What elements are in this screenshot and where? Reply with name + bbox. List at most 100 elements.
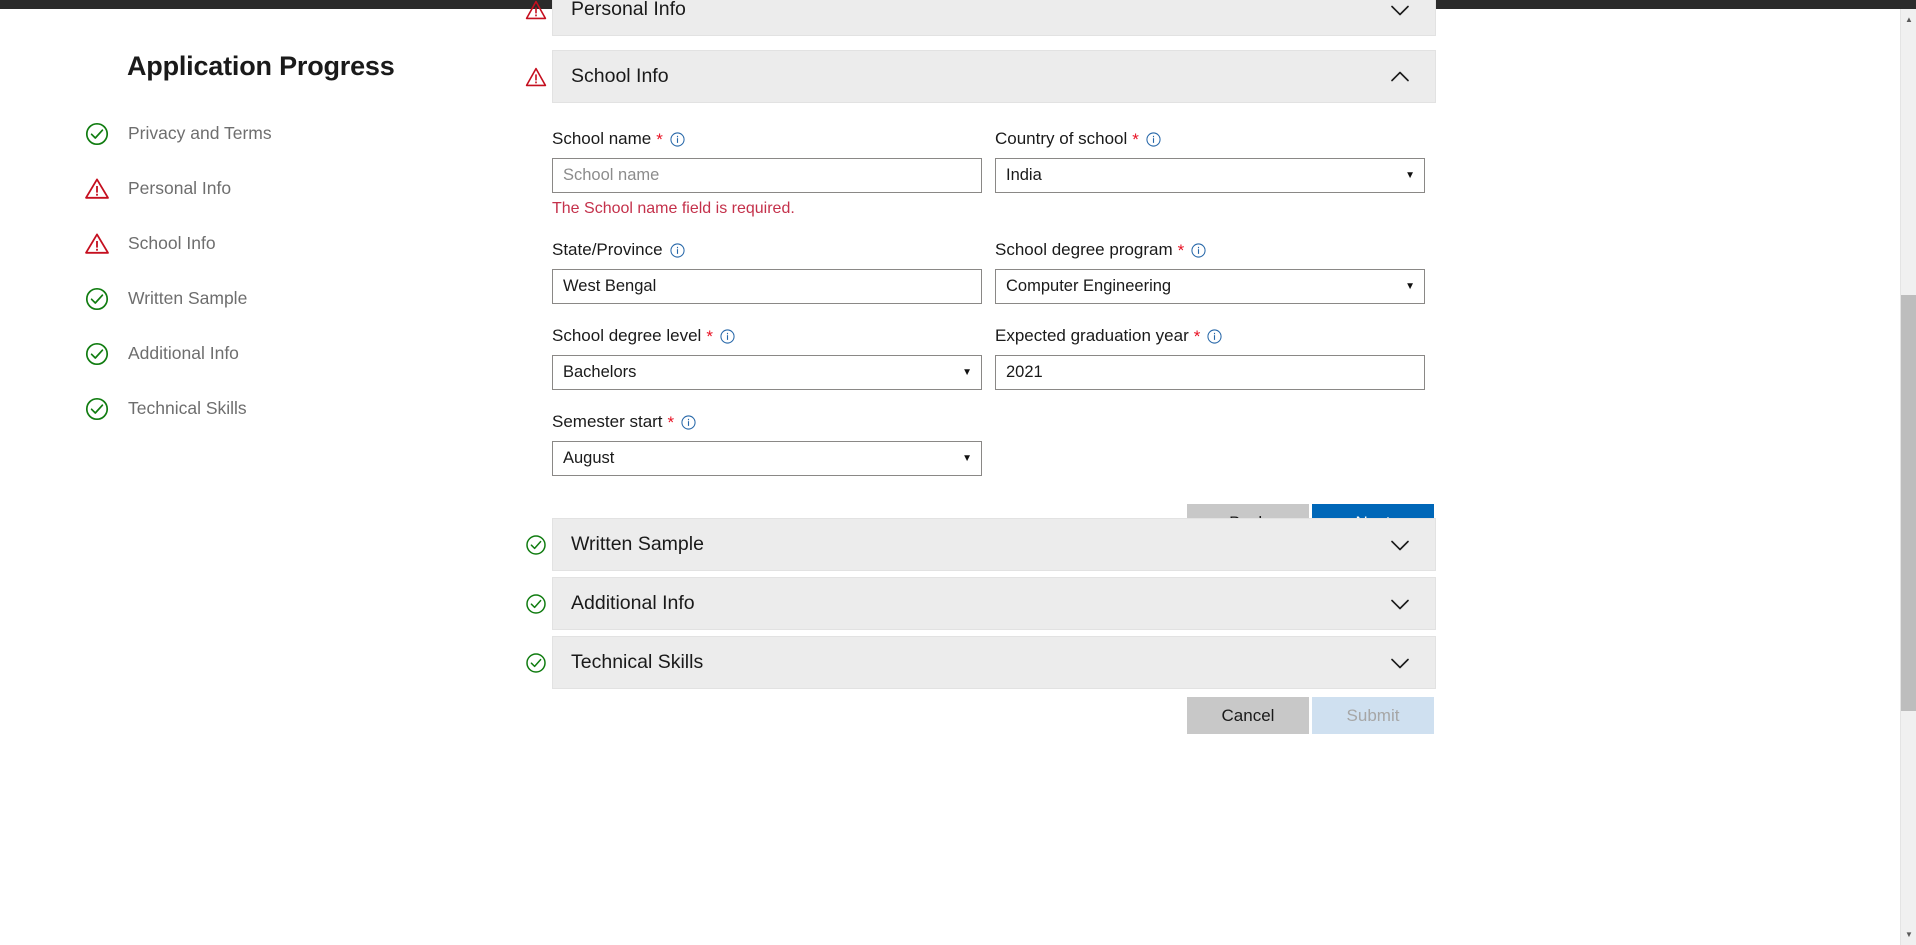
check-circle-icon xyxy=(525,652,547,674)
section-header-written-sample[interactable]: Written Sample xyxy=(526,518,1436,571)
sidebar-item-label: Personal Info xyxy=(128,178,232,198)
application-progress-sidebar: Application Progress Privacy and Terms Pe… xyxy=(0,9,552,945)
select-value: Bachelors xyxy=(563,363,637,381)
info-circle-icon[interactable] xyxy=(1191,242,1206,258)
section-written-sample: Written Sample xyxy=(526,518,1436,571)
select-value: India xyxy=(1006,166,1042,184)
chevron-up-icon[interactable] xyxy=(1387,64,1413,90)
warning-triangle-icon xyxy=(525,0,547,21)
warning-triangle-icon xyxy=(84,176,110,202)
info-circle-icon[interactable] xyxy=(720,328,735,344)
cancel-button[interactable]: Cancel xyxy=(1187,697,1309,734)
chevron-down-icon[interactable] xyxy=(1387,532,1413,558)
sidebar-item-additional-info[interactable]: Additional Info xyxy=(84,326,504,381)
sidebar-item-school-info[interactable]: School Info xyxy=(84,216,504,271)
section-header-additional-info[interactable]: Additional Info xyxy=(526,577,1436,630)
info-circle-icon[interactable] xyxy=(669,242,685,258)
sidebar-item-label: Technical Skills xyxy=(128,398,247,418)
school-name-input[interactable]: School name xyxy=(552,158,982,193)
scroll-down-arrow-icon[interactable]: ▼ xyxy=(1901,926,1916,943)
label-school-name: School name * xyxy=(552,129,982,149)
chevron-down-icon[interactable] xyxy=(1387,0,1413,23)
label-text: Country of school xyxy=(995,129,1128,148)
main-content: Personal Info School Info School name * … xyxy=(525,0,1900,945)
sidebar-item-written-sample[interactable]: Written Sample xyxy=(84,271,504,326)
section-additional-info: Additional Info xyxy=(526,577,1436,630)
select-value: Computer Engineering xyxy=(1006,277,1172,295)
section-technical-skills: Technical Skills xyxy=(526,636,1436,689)
label-text: Expected graduation year xyxy=(995,326,1189,345)
label-text: School degree level xyxy=(552,326,702,345)
form-row: School name * School name The School nam… xyxy=(552,129,1436,218)
field-spacer xyxy=(995,412,1425,476)
semester-start-select[interactable]: August ▼ xyxy=(552,441,982,476)
sidebar-item-label: Additional Info xyxy=(128,343,239,363)
required-asterisk: * xyxy=(656,129,663,149)
sidebar-item-privacy-and-terms[interactable]: Privacy and Terms xyxy=(84,106,504,161)
expected-graduation-year-input[interactable]: 2021 xyxy=(995,355,1425,390)
section-title-additional-info: Additional Info xyxy=(571,592,695,614)
section-header-personal-info[interactable]: Personal Info xyxy=(525,0,1436,36)
label-state-province: State/Province xyxy=(552,240,982,260)
warning-triangle-icon xyxy=(84,231,110,257)
sidebar-item-technical-skills[interactable]: Technical Skills xyxy=(84,381,504,436)
section-title-written-sample: Written Sample xyxy=(571,533,704,555)
page-title: Application Progress xyxy=(127,51,395,81)
info-circle-icon[interactable] xyxy=(1146,131,1161,147)
scroll-up-arrow-icon[interactable]: ▲ xyxy=(1901,11,1916,28)
info-circle-icon[interactable] xyxy=(670,131,685,147)
chevron-down-icon[interactable] xyxy=(1387,650,1413,676)
form-button-row: Cancel Submit xyxy=(552,697,1436,734)
state-province-input[interactable]: West Bengal xyxy=(552,269,982,304)
check-circle-icon xyxy=(525,534,547,556)
school-info-form: School name * School name The School nam… xyxy=(552,103,1436,541)
section-header-technical-skills[interactable]: Technical Skills xyxy=(526,636,1436,689)
sidebar-item-label: Written Sample xyxy=(128,288,248,308)
chevron-down-icon: ▼ xyxy=(962,366,972,378)
label-semester-start: Semester start * xyxy=(552,412,982,432)
school-degree-level-select[interactable]: Bachelors ▼ xyxy=(552,355,982,390)
sidebar-item-label: School Info xyxy=(128,233,216,253)
form-row: School degree level * Bachelors ▼ Expect… xyxy=(552,326,1436,390)
check-circle-icon xyxy=(84,396,110,422)
field-country-of-school: Country of school * India ▼ xyxy=(995,129,1425,218)
label-text: Semester start xyxy=(552,412,663,431)
check-circle-icon xyxy=(84,121,110,147)
chevron-down-icon: ▼ xyxy=(1405,280,1415,292)
vertical-scrollbar[interactable]: ▲ ▼ xyxy=(1900,9,1916,945)
section-title-personal-info: Personal Info xyxy=(571,0,686,20)
field-state-province: State/Province West Bengal xyxy=(552,240,982,304)
info-circle-icon[interactable] xyxy=(681,414,696,430)
required-asterisk: * xyxy=(1177,240,1185,260)
scrollbar-thumb[interactable] xyxy=(1901,295,1916,711)
section-title-school-info: School Info xyxy=(571,65,669,87)
required-asterisk: * xyxy=(1193,326,1201,346)
label-text: School degree program xyxy=(995,240,1173,259)
application-page: Application Progress Privacy and Terms Pe… xyxy=(0,0,1916,945)
warning-triangle-icon xyxy=(525,66,547,88)
sidebar-item-personal-info[interactable]: Personal Info xyxy=(84,161,504,216)
label-text: State/Province xyxy=(552,240,663,259)
label-text: School name xyxy=(552,129,652,148)
school-name-error-message: The School name field is required. xyxy=(552,200,795,217)
country-of-school-select[interactable]: India ▼ xyxy=(995,158,1425,193)
required-asterisk: * xyxy=(706,326,713,346)
section-school-info: School Info School name * School name Th… xyxy=(525,50,1436,541)
field-school-name: School name * School name The School nam… xyxy=(552,129,982,218)
chevron-down-icon: ▼ xyxy=(1405,169,1415,181)
submit-button: Submit xyxy=(1312,697,1434,734)
school-degree-program-select[interactable]: Computer Engineering ▼ xyxy=(995,269,1425,304)
check-circle-icon xyxy=(525,593,547,615)
form-row: Semester start * August ▼ xyxy=(552,412,1436,476)
check-circle-icon xyxy=(84,341,110,367)
chevron-down-icon[interactable] xyxy=(1387,591,1413,617)
section-header-school-info[interactable]: School Info xyxy=(525,50,1436,103)
input-value: West Bengal xyxy=(563,277,657,295)
section-personal-info: Personal Info xyxy=(525,0,1436,36)
select-value: August xyxy=(563,449,615,467)
field-semester-start: Semester start * August ▼ xyxy=(552,412,982,476)
info-circle-icon[interactable] xyxy=(1207,328,1222,344)
label-school-degree-level: School degree level * xyxy=(552,326,982,346)
label-country-of-school: Country of school * xyxy=(995,129,1425,149)
label-school-degree-program: School degree program * xyxy=(995,240,1425,260)
